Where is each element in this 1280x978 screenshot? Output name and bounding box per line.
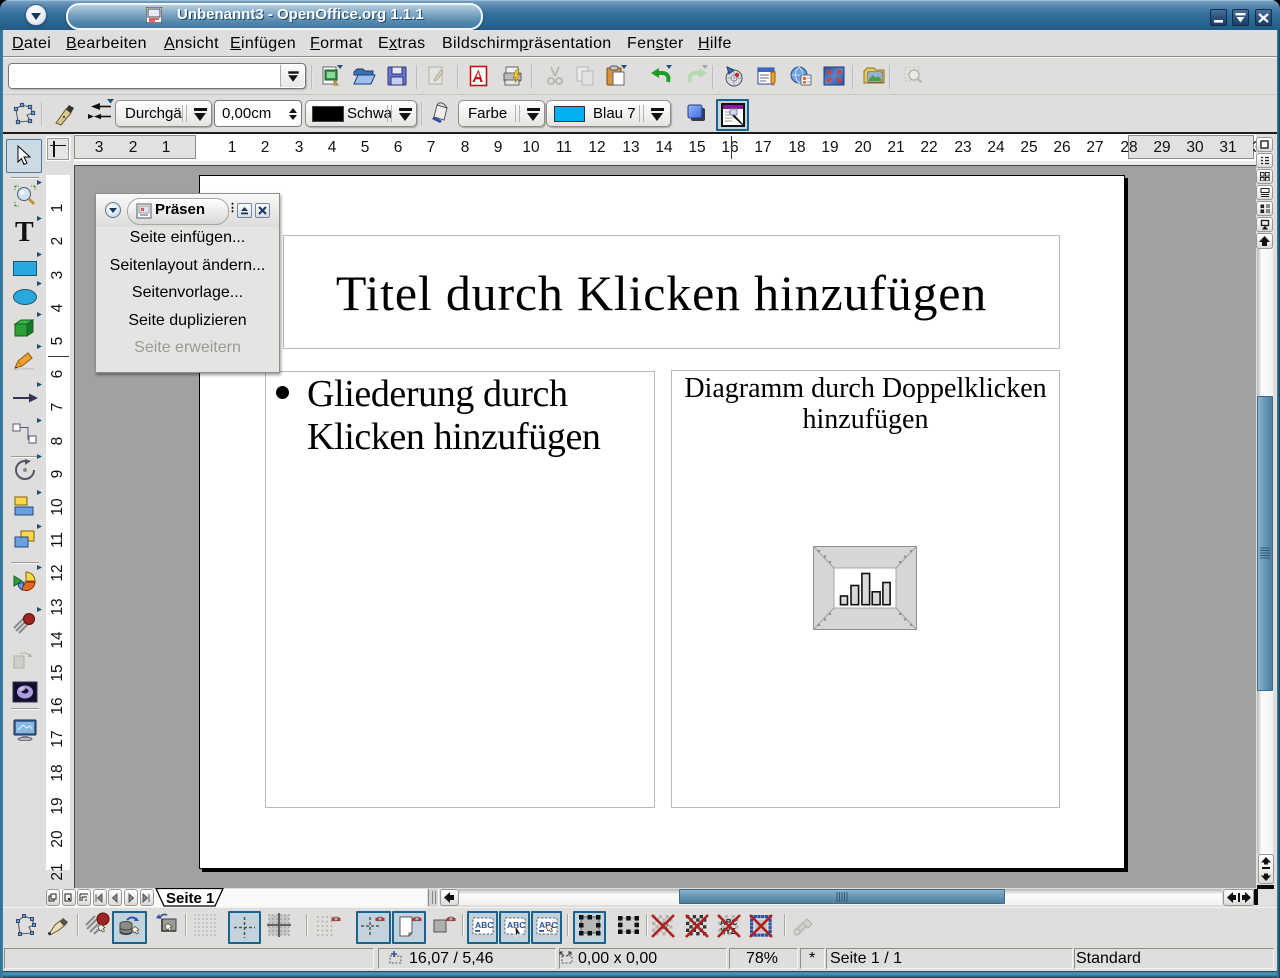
svg-text:ABC: ABC xyxy=(475,920,493,930)
